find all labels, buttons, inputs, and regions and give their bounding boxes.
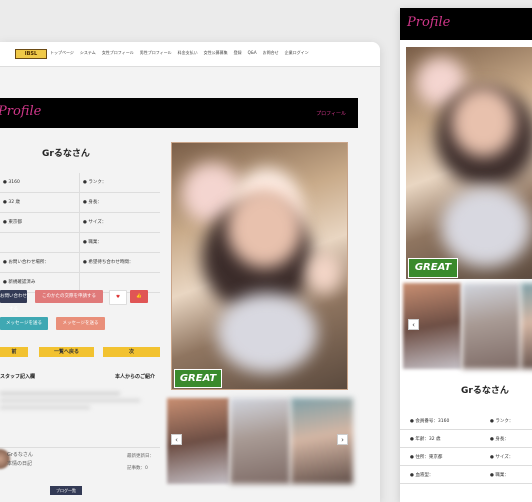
banner-script-title: Profile bbox=[0, 104, 42, 119]
mobile-thumbnail-3[interactable] bbox=[521, 283, 532, 369]
send-message-button[interactable]: メッセージを送る bbox=[0, 317, 48, 330]
nav-item-system[interactable]: システム bbox=[80, 49, 96, 57]
site-logo[interactable]: IBSL bbox=[15, 49, 47, 59]
profile-name: Grるなさん bbox=[42, 149, 90, 159]
mobile-row-divider bbox=[400, 447, 532, 448]
mobile-row-divider bbox=[400, 465, 532, 466]
diary-updated: 最新更新日： bbox=[127, 454, 154, 459]
diary-author: Grるなさん bbox=[7, 452, 33, 458]
mobile-info-cell: ● ランク： bbox=[490, 419, 514, 424]
banner-label: プロフィール bbox=[316, 111, 346, 117]
apply-button[interactable]: このかたの交際を申請する bbox=[35, 290, 103, 303]
mobile-profile-photo[interactable]: GREAT bbox=[406, 47, 532, 279]
report-button[interactable]: メッセージを送る bbox=[56, 317, 105, 330]
mobile-info-row: ● 会員番号：3160 ● ランク： bbox=[410, 418, 532, 424]
photo-blur-face-center bbox=[227, 188, 302, 268]
mobile-script-title: Profile bbox=[407, 15, 451, 30]
thumbnail-2[interactable] bbox=[230, 398, 290, 484]
mobile-profile-name: Grるなさん bbox=[461, 386, 509, 396]
profile-banner: Profile プロフィール bbox=[0, 98, 358, 128]
mobile-info-row: ● 年齢：32 歳 ● 身長： bbox=[410, 436, 532, 442]
mobile-header: Profile bbox=[400, 8, 532, 40]
nav-menu: トップページ システム 女性プロフィール 男性プロフィール 料金支払い 女性公募… bbox=[50, 49, 309, 57]
profile-info-cell bbox=[0, 233, 80, 252]
mobile-photo-blur-dress bbox=[441, 187, 531, 267]
profile-info-row: ● 32 歳 ● 身長： bbox=[0, 193, 160, 213]
diary-count: 記事数：0 bbox=[127, 466, 148, 471]
mobile-preview: Profile GREAT ‹ Grるなさん ● 会員番号：3160 ● ランク：… bbox=[400, 8, 532, 502]
nav-item-login[interactable]: 企業ログイン bbox=[285, 49, 309, 57]
mobile-info-row: ● 血液型： ● 職業： bbox=[410, 472, 532, 478]
photo-blur-hand bbox=[307, 253, 341, 293]
staff-comment-heading: スタッフ記入欄 bbox=[0, 374, 36, 380]
nav-item-male-profile[interactable]: 男性プロフィール bbox=[140, 49, 172, 57]
prev-button[interactable]: 前 bbox=[0, 347, 28, 357]
nav-item-faq[interactable]: Q&A bbox=[248, 49, 257, 57]
profile-info-cell: ● 希望待ち合わせ時間： bbox=[83, 260, 134, 265]
nav-item-register[interactable]: 登録 bbox=[234, 49, 242, 57]
nav-item-contact[interactable]: お問合せ bbox=[263, 49, 279, 57]
profile-info-table: ● 3160 ● ランク： ● 32 歳 ● 身長： ● 東京都 ● サイズ： ● 職業： ●… bbox=[0, 173, 160, 293]
nav-item-top[interactable]: トップページ bbox=[50, 49, 74, 57]
nav-item-recruit[interactable]: 女性公募募集 bbox=[204, 49, 228, 57]
mobile-row-divider bbox=[400, 483, 532, 484]
mobile-row-divider bbox=[400, 429, 532, 430]
mobile-thumbnail-prev-arrow[interactable]: ‹ bbox=[408, 319, 419, 330]
profile-info-row: ● 3160 ● ランク： bbox=[0, 173, 160, 193]
profile-info-cell: ● 3160 bbox=[0, 173, 80, 192]
self-intro-heading: 本人からのご紹介 bbox=[115, 374, 156, 380]
profile-info-cell: ● お問い合わせ場所： bbox=[0, 253, 80, 272]
contact-button[interactable]: お問い合わせする bbox=[0, 290, 27, 312]
back-to-list-button[interactable]: 一覧へ戻る bbox=[39, 347, 94, 357]
like-button[interactable]: 👍 bbox=[130, 290, 148, 303]
profile-info-cell: ● サイズ： bbox=[83, 220, 107, 225]
mobile-great-badge: GREAT bbox=[408, 258, 458, 278]
mobile-thumbnail-2[interactable] bbox=[462, 283, 520, 369]
profile-info-cell: ● 職業： bbox=[83, 240, 102, 245]
mobile-info-cell: ● サイズ： bbox=[490, 455, 514, 460]
diary-title: 本情の日記 bbox=[7, 461, 33, 467]
thumbnail-next-arrow[interactable]: › bbox=[337, 434, 348, 445]
mobile-info-cell: ● 身長： bbox=[490, 437, 509, 442]
staff-comment-text bbox=[0, 388, 150, 418]
profile-info-cell: ● 東京都 bbox=[0, 213, 80, 232]
mobile-info-cell: ● 住所：東京都 bbox=[410, 455, 443, 460]
desktop-window: IBSL トップページ システム 女性プロフィール 男性プロフィール 料金支払い… bbox=[0, 42, 380, 502]
mobile-info-cell: ● 年齢：32 歳 bbox=[410, 437, 441, 442]
profile-info-row: ● 職業： bbox=[0, 233, 160, 253]
mobile-info-cell: ● 職業： bbox=[490, 473, 509, 478]
profile-info-cell: ● ランク： bbox=[83, 180, 107, 185]
mobile-photo-blur-face bbox=[451, 87, 516, 157]
great-badge: GREAT bbox=[174, 369, 222, 388]
profile-info-cell: ● 32 歳 bbox=[0, 193, 80, 212]
divider bbox=[0, 447, 160, 448]
mobile-thumbnail-strip: ‹ bbox=[403, 283, 532, 369]
mobile-info-cell: ● 会員番号：3160 bbox=[410, 419, 450, 424]
thumbnail-strip: ‹ › bbox=[167, 398, 353, 484]
top-nav: IBSL トップページ システム 女性プロフィール 男性プロフィール 料金支払い… bbox=[0, 42, 380, 67]
mobile-info-row: ● 住所：東京都 ● サイズ： bbox=[410, 454, 532, 460]
mobile-info-cell: ● 血液型： bbox=[410, 473, 434, 478]
photo-blur-dress bbox=[217, 293, 317, 373]
nav-item-payment[interactable]: 料金支払い bbox=[178, 49, 198, 57]
thumbnail-prev-arrow[interactable]: ‹ bbox=[171, 434, 182, 445]
nav-item-female-profile[interactable]: 女性プロフィール bbox=[102, 49, 134, 57]
profile-info-row: ● お問い合わせ場所： ● 希望待ち合わせ時間： bbox=[0, 253, 160, 273]
profile-photo[interactable]: GREAT bbox=[171, 142, 348, 390]
next-button[interactable]: 次 bbox=[103, 347, 160, 357]
profile-info-row: ● 東京都 ● サイズ： bbox=[0, 213, 160, 233]
profile-info-cell: ● 身長： bbox=[83, 200, 102, 205]
favorite-heart-button[interactable]: ♥ bbox=[109, 290, 127, 305]
